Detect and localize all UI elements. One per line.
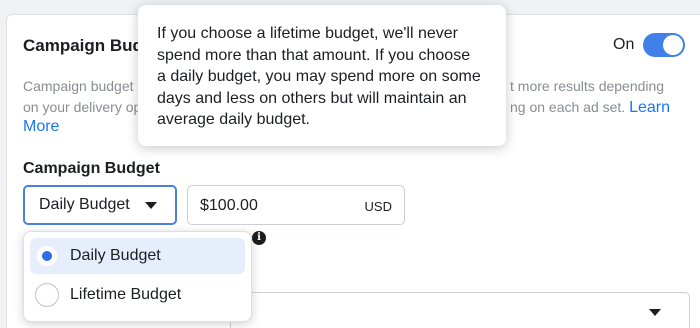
option-lifetime-budget[interactable]: Lifetime Budget (30, 277, 245, 313)
description-text: Campaign budget o (23, 78, 146, 94)
budget-type-select[interactable]: Daily Budget (23, 185, 177, 225)
budget-amount-input[interactable]: $100.00 USD (187, 185, 405, 225)
tooltip-line: spend more than that amount. If you choo… (157, 46, 471, 64)
budget-tooltip: If you choose a lifetime budget, we'll n… (138, 5, 506, 146)
radio-unselected-icon (35, 283, 59, 307)
section-title: Campaign Budg (23, 36, 154, 55)
tooltip-line: days and less on others but will maintai… (157, 89, 467, 107)
tooltip-line: If you choose a lifetime budget, we'll n… (157, 25, 458, 42)
tooltip-line: a daily budget, you may spend more on so… (157, 68, 481, 85)
campaign-budget-label: Campaign Budget (23, 160, 160, 177)
option-label: Daily Budget (70, 247, 161, 264)
caret-down-icon (145, 202, 157, 209)
description-text: ng on each ad set. (510, 99, 626, 115)
option-label: Lifetime Budget (70, 286, 182, 303)
budget-type-value: Daily Budget (39, 196, 130, 213)
budget-amount-value: $100.00 (200, 197, 258, 214)
radio-selected-icon (35, 244, 59, 268)
budget-type-dropdown: Daily Budget Lifetime Budget (23, 231, 252, 322)
description-text: t more results depending (510, 78, 665, 94)
caret-down-icon (649, 309, 661, 316)
currency-label: USD (364, 199, 392, 214)
secondary-select[interactable] (230, 292, 690, 328)
info-icon[interactable]: i (252, 231, 266, 245)
toggle-label: On (613, 36, 635, 53)
learn-more-link-continued[interactable]: More (23, 118, 59, 136)
toggle-knob (663, 35, 683, 55)
option-daily-budget[interactable]: Daily Budget (30, 238, 245, 274)
campaign-budget-toggle[interactable] (643, 33, 685, 57)
description-text: on your delivery op (23, 99, 142, 115)
learn-more-link[interactable]: Learn (629, 99, 670, 116)
tooltip-line: average daily budget. (157, 111, 310, 128)
